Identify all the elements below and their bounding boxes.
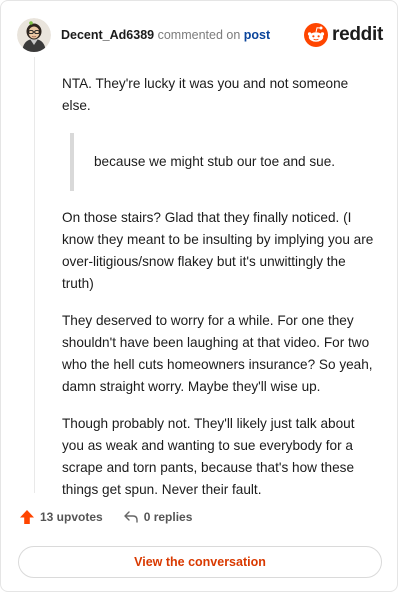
view-conversation-button[interactable]: View the conversation [18, 546, 382, 578]
comment-paragraph: On those stairs? Glad that they finally … [62, 210, 374, 291]
reply-arrow-icon [124, 511, 138, 523]
upvote-count: 13 upvotes [40, 510, 103, 524]
thread-line [34, 57, 35, 493]
comment-meta: Decent_Ad6389 commented on post [61, 28, 270, 42]
upvote-arrow-icon [20, 510, 34, 524]
reddit-logo[interactable]: reddit [304, 23, 383, 47]
comment-card: Decent_Ad6389 commented on post reddit N… [0, 0, 398, 592]
comment-header: Decent_Ad6389 commented on post reddit [17, 15, 383, 55]
reply-count: 0 replies [143, 510, 193, 524]
reply-button[interactable]: 0 replies [123, 509, 193, 525]
comment-body: NTA. They're lucky it was you and not so… [62, 73, 374, 516]
blockquote: because we might stub our toe and sue. [70, 133, 374, 191]
comment-paragraph: NTA. They're lucky it was you and not so… [62, 76, 349, 113]
brand-wordmark: reddit [332, 24, 383, 45]
upvote-button[interactable]: 13 upvotes [19, 509, 103, 525]
comment-paragraph: Though probably not. They'll likely just… [62, 416, 355, 497]
reddit-snoo-icon [304, 23, 329, 47]
username[interactable]: Decent_Ad6389 [61, 28, 154, 42]
comment-paragraph: They deserved to worry for a while. For … [62, 313, 373, 394]
user-avatar-icon [17, 18, 51, 52]
post-link[interactable]: post [244, 28, 270, 42]
quote-text: because we might stub our toe and sue. [94, 154, 336, 169]
comment-actions: 13 upvotes 0 replies [19, 509, 192, 525]
avatar[interactable] [17, 18, 51, 52]
commented-on-label: commented on [157, 28, 241, 42]
